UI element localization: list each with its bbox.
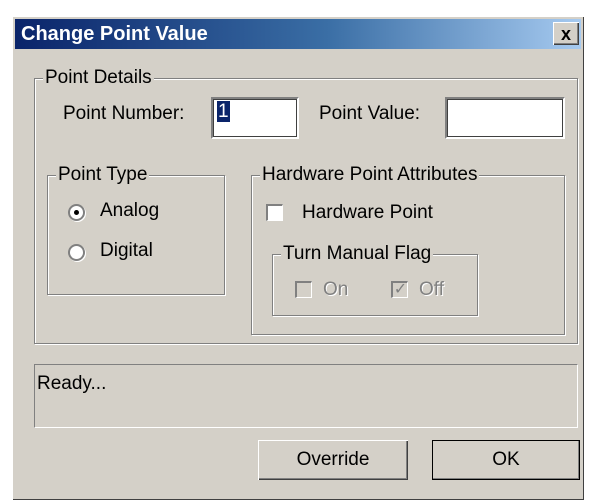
radio-digital-button[interactable] (68, 244, 85, 261)
close-icon: x (560, 23, 571, 44)
point-number-value: 1 (217, 101, 230, 122)
manual-flag-on-box[interactable] (295, 281, 312, 298)
hardware-point-checkbox[interactable]: Hardware Point (266, 202, 486, 226)
point-value-input[interactable] (445, 97, 565, 139)
status-text: Ready... (37, 373, 107, 394)
point-number-label: Point Number: (63, 103, 185, 124)
close-button[interactable]: x (553, 22, 579, 45)
change-point-value-dialog: Change Point Value x Point Details Point… (12, 16, 584, 500)
point-type-group: Point Type Analog Digital (47, 164, 225, 295)
status-panel: Ready... (34, 364, 578, 428)
radio-analog-button[interactable] (68, 204, 85, 221)
hardware-attributes-legend: Hardware Point Attributes (260, 164, 480, 186)
manual-flag-on-checkbox[interactable]: On (295, 279, 375, 303)
title-bar: Change Point Value x (15, 19, 581, 49)
manual-flag-off-box[interactable]: ✓ (391, 281, 408, 298)
window-title: Change Point Value (21, 23, 208, 45)
checkmark-icon: ✓ (393, 281, 408, 298)
point-details-group: Point Details Point Number: 1 Point Valu… (34, 67, 578, 344)
ok-button[interactable]: OK (432, 440, 580, 480)
point-value-label: Point Value: (319, 103, 421, 124)
point-type-legend: Point Type (56, 164, 150, 186)
override-button[interactable]: Override (258, 440, 408, 480)
radio-analog[interactable]: Analog (68, 200, 208, 226)
hardware-point-checkbox-box[interactable] (266, 204, 283, 221)
manual-flag-on-label: On (323, 279, 349, 300)
hardware-attributes-group: Hardware Point Attributes Hardware Point… (251, 164, 565, 335)
turn-manual-flag-group: Turn Manual Flag On ✓ Off (272, 243, 478, 316)
radio-digital-label: Digital (100, 240, 153, 261)
turn-manual-flag-legend: Turn Manual Flag (281, 243, 434, 265)
hardware-point-label: Hardware Point (302, 202, 433, 223)
manual-flag-off-label: Off (419, 279, 444, 300)
radio-analog-label: Analog (100, 200, 160, 221)
point-details-legend: Point Details (43, 67, 154, 89)
radio-digital[interactable]: Digital (68, 240, 208, 266)
point-number-input[interactable]: 1 (211, 97, 299, 139)
manual-flag-off-checkbox[interactable]: ✓ Off (391, 279, 471, 303)
